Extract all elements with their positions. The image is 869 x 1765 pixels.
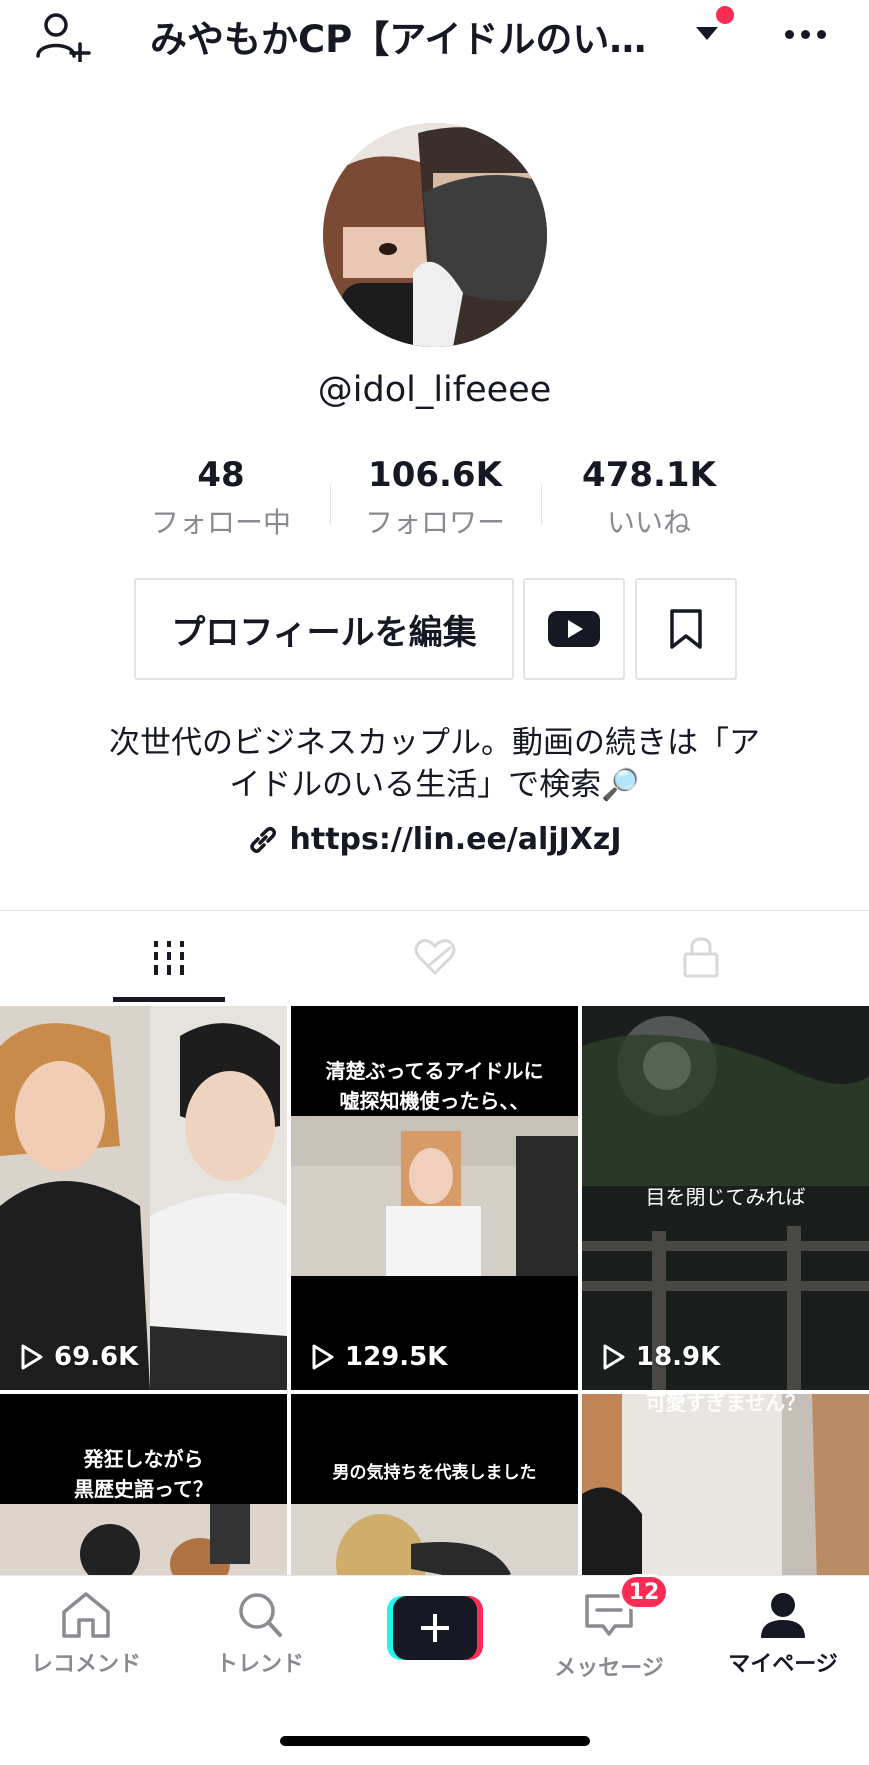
link-icon	[249, 826, 276, 853]
video-caption: 可愛すぎません？	[645, 1394, 806, 1415]
following-count: 48	[197, 455, 245, 495]
nav-profile[interactable]: マイページ	[703, 1590, 863, 1678]
bottom-navigation: レコメンド トレンド 12 メッセージ マイページ	[0, 1574, 869, 1765]
home-indicator	[280, 1736, 590, 1746]
add-user-icon[interactable]	[34, 10, 94, 64]
plus-icon	[387, 1596, 483, 1660]
video-caption: 男の気持ちを代表しました	[332, 1463, 537, 1483]
video-thumbnail[interactable]: 目を閉じてみれば 18.9K	[582, 1006, 869, 1390]
video-thumbnail[interactable]: 69.6K	[0, 1006, 287, 1390]
stat-divider	[541, 485, 542, 525]
nav-trends[interactable]: トレンド	[180, 1590, 340, 1678]
video-thumbnail[interactable]: 発狂しながら 黒歴史語って？	[0, 1394, 287, 1575]
likes-label: いいね	[606, 506, 691, 539]
lock-icon	[683, 937, 719, 978]
profile-icon	[761, 1593, 805, 1638]
search-icon	[239, 1593, 282, 1637]
content-tabs	[0, 911, 869, 1003]
nav-home[interactable]: レコメンド	[6, 1590, 166, 1678]
top-bar: みやもかCP【アイドルのい…	[0, 0, 869, 78]
bookmark-icon	[670, 609, 702, 649]
tab-videos[interactable]	[24, 911, 314, 1003]
nav-messages-label: メッセージ	[554, 1656, 664, 1681]
profile-link[interactable]: https://lin.ee/aljJXzJ	[0, 822, 869, 857]
grid-icon	[154, 941, 184, 975]
message-badge: 12	[619, 1574, 669, 1610]
caption-line: 清楚ぶってるアイドルに	[325, 1059, 544, 1083]
view-count: 18.9K	[602, 1342, 720, 1372]
bio-line: イドルのいる生活」で検索🔎	[229, 767, 640, 803]
view-count-text: 69.6K	[54, 1342, 139, 1372]
create-video-button[interactable]	[387, 1596, 483, 1660]
video-caption: 目を閉じてみれば	[645, 1185, 806, 1209]
active-tab-indicator	[113, 997, 225, 1002]
likes-count: 478.1K	[582, 455, 716, 495]
video-thumbnail[interactable]: 清楚ぶってるアイドルに 嘘探知機使ったら、、 129.5K	[291, 1006, 578, 1390]
followers-count: 106.6K	[368, 455, 502, 495]
bio: 次世代のビジネスカップル。動画の続きは「ア イドルのいる生活」で検索🔎	[60, 722, 809, 806]
youtube-button[interactable]	[523, 578, 625, 680]
stat-divider	[330, 485, 331, 525]
nav-messages[interactable]: 12 メッセージ	[529, 1574, 689, 1682]
bio-line: 次世代のビジネスカップル。動画の続きは「ア	[109, 725, 760, 761]
favorites-button[interactable]	[635, 578, 737, 680]
video-caption: 清楚ぶってるアイドルに 嘘探知機使ったら、、	[291, 1056, 578, 1116]
caption-line: 発狂しながら	[83, 1447, 204, 1471]
profile-link-text: https://lin.ee/aljJXzJ	[289, 822, 622, 857]
followers-label: フォロワー	[364, 506, 505, 539]
following-label: フォロー中	[150, 506, 291, 539]
username: @idol_lifeeee	[317, 370, 552, 410]
view-count-text: 18.9K	[636, 1342, 721, 1372]
account-switcher[interactable]: みやもかCP【アイドルのい…	[150, 6, 734, 66]
heart-hidden-icon	[414, 939, 456, 976]
followers-stat[interactable]: 106.6K フォロワー	[335, 455, 535, 541]
likes-stat[interactable]: 478.1K いいね	[549, 455, 749, 541]
profile-stats: 48 フォロー中 106.6K フォロワー 478.1K いいね	[0, 455, 869, 545]
play-icon	[603, 1344, 625, 1370]
nav-home-label: レコメンド	[30, 1652, 141, 1677]
more-icon[interactable]	[775, 14, 835, 54]
play-icon	[21, 1344, 43, 1370]
home-icon	[62, 1592, 110, 1638]
caret-down-icon	[696, 27, 718, 40]
youtube-icon	[548, 611, 600, 647]
edit-profile-button[interactable]: プロフィールを編集	[134, 578, 514, 680]
following-stat[interactable]: 48 フォロー中	[121, 455, 321, 541]
tab-private[interactable]	[556, 911, 846, 1003]
nav-profile-label: マイページ	[728, 1652, 838, 1677]
video-thumbnail[interactable]: 男の気持ちを代表しました	[291, 1394, 578, 1575]
view-count: 129.5K	[311, 1342, 447, 1372]
caption-line: 嘘探知機使ったら、、	[339, 1089, 530, 1113]
nav-trends-label: トレンド	[215, 1652, 304, 1677]
tab-liked[interactable]	[290, 911, 580, 1003]
video-caption: 発狂しながら 黒歴史語って？	[0, 1444, 287, 1504]
notification-dot	[716, 6, 734, 24]
view-count-text: 129.5K	[345, 1342, 448, 1372]
view-count: 69.6K	[20, 1342, 138, 1372]
video-thumbnail[interactable]: 可愛すぎません？	[582, 1394, 869, 1575]
caption-line: 黒歴史語って？	[74, 1477, 213, 1501]
video-grid: 69.6K 清楚ぶってるアイドルに 嘘探知機使ったら、、 129.5K 目を閉じ…	[0, 1006, 869, 1575]
avatar[interactable]	[323, 123, 547, 347]
play-icon	[312, 1344, 334, 1370]
account-name-title: みやもかCP【アイドルのい…	[150, 18, 647, 61]
